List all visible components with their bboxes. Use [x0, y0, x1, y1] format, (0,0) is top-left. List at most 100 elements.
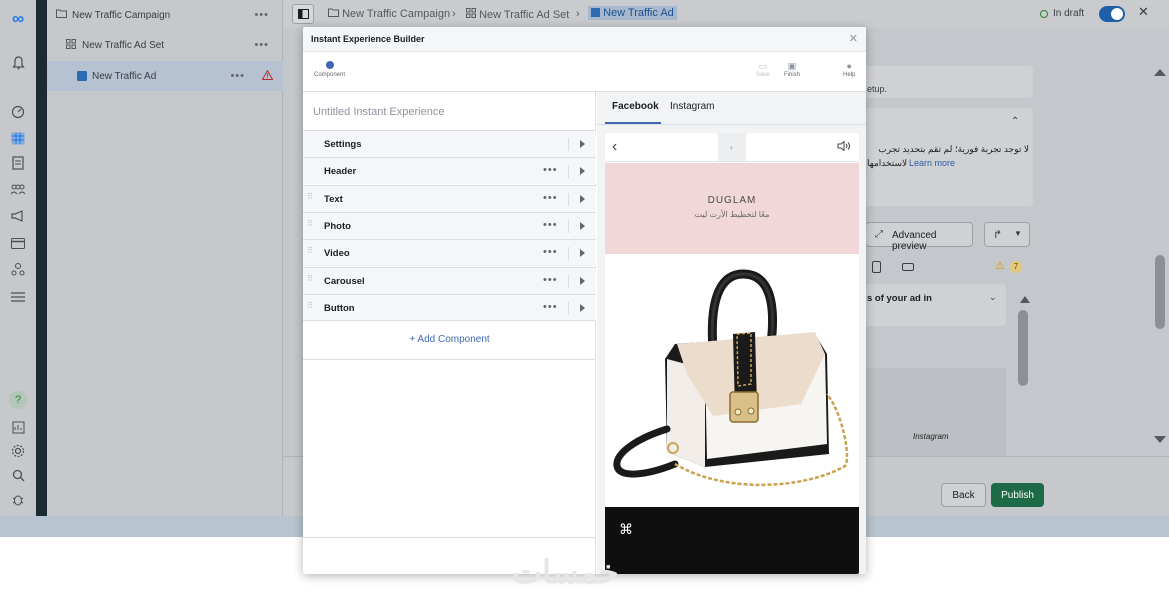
tab-instagram[interactable]: Instagram — [670, 101, 714, 112]
breadcrumb-campaign-label: New Traffic Campaign — [342, 8, 451, 20]
advanced-preview-button[interactable]: ⤢ Advanced preview — [865, 222, 973, 252]
expand-arrow-icon[interactable] — [580, 194, 585, 203]
tabs-divider — [597, 124, 866, 125]
save-icon: ▭ — [758, 61, 768, 71]
row-separator — [568, 192, 569, 206]
chevron-down-icon[interactable]: ⌄ — [989, 292, 997, 303]
billing-card-icon[interactable] — [9, 234, 27, 252]
more-options-icon[interactable]: ••• — [543, 192, 558, 204]
more-options-icon[interactable]: ••• — [254, 9, 269, 21]
mobile-preview-icon[interactable] — [872, 261, 881, 273]
speaker-icon[interactable] — [837, 140, 851, 154]
breadcrumb-ad[interactable]: New Traffic Ad — [588, 6, 677, 20]
tree-item-campaign[interactable]: New Traffic Campaign ••• — [47, 0, 283, 30]
builder-toolbar: Component ▭ Save ▣ Finish ● Help — [303, 52, 866, 92]
megaphone-icon[interactable] — [9, 207, 27, 225]
scroll-up-arrow[interactable] — [1020, 290, 1030, 303]
brand-logo-icon: ◐ — [718, 133, 746, 161]
chevron-right-icon: › — [452, 8, 456, 20]
component-tool-label: Component — [314, 72, 346, 78]
chevron-up-icon[interactable]: ⌃ — [1011, 116, 1019, 127]
audiences-icon[interactable] — [9, 180, 27, 198]
gear-icon[interactable] — [9, 442, 27, 460]
meta-logo-icon[interactable]: ∞ — [9, 9, 27, 28]
preview-pane: Facebook Instagram ‹ ◐ DUGLAM معًا لتخطي… — [597, 92, 866, 574]
expand-arrow-icon[interactable] — [580, 140, 585, 148]
learn-more-link[interactable]: Learn more — [909, 158, 955, 168]
page-scrollbar[interactable] — [1153, 62, 1167, 452]
component-row[interactable]: Header ••• — [303, 157, 596, 185]
component-row[interactable]: ⠿ Button ••• — [303, 293, 596, 321]
drag-handle-icon[interactable]: ⠿ — [307, 274, 313, 282]
add-component-icon — [325, 61, 334, 69]
tree-item-ad[interactable]: New Traffic Ad ••• — [47, 61, 283, 91]
report-icon[interactable] — [9, 418, 27, 436]
drag-handle-icon[interactable]: ⠿ — [307, 192, 313, 200]
more-options-icon[interactable]: ••• — [543, 246, 558, 258]
expand-arrow-icon[interactable] — [580, 303, 585, 312]
close-icon[interactable]: ✕ — [849, 32, 858, 45]
expand-icon: ⤢ — [875, 229, 883, 240]
more-options-icon[interactable]: ••• — [543, 301, 558, 313]
menu-lines-icon[interactable] — [9, 288, 27, 306]
more-options-icon[interactable]: ••• — [543, 274, 558, 286]
back-arrow-icon[interactable]: ‹ — [612, 138, 617, 156]
toggle-knob — [1111, 8, 1123, 20]
component-tool[interactable]: Component — [314, 61, 345, 78]
publish-button[interactable]: Publish — [991, 483, 1044, 507]
tab-facebook[interactable]: Facebook — [612, 101, 659, 112]
add-component-button[interactable]: + Add Component — [303, 320, 596, 360]
row-separator — [568, 301, 569, 315]
drag-handle-icon[interactable]: ⠿ — [307, 301, 313, 309]
drag-handle-icon[interactable]: ⠿ — [307, 219, 313, 227]
pages-icon[interactable] — [9, 154, 27, 172]
ad-icon — [591, 8, 600, 17]
folder-icon — [328, 8, 339, 17]
more-options-icon[interactable]: ••• — [543, 164, 558, 176]
bug-report-icon[interactable] — [9, 490, 27, 508]
experience-name-input[interactable]: Untitled Instant Experience — [313, 106, 444, 118]
component-row[interactable]: ⠿ Video ••• — [303, 239, 596, 267]
draft-status-icon — [1040, 10, 1048, 18]
dashboard-icon[interactable] — [9, 103, 27, 121]
component-label: Video — [324, 248, 350, 260]
draft-toggle[interactable] — [1099, 6, 1125, 22]
pane-divider — [303, 537, 596, 538]
toggle-sidebar-button[interactable] — [292, 4, 314, 24]
help-question-icon[interactable]: ? — [9, 391, 27, 409]
share-preview-button[interactable]: ↱ ▼ — [984, 222, 1030, 247]
component-row[interactable]: Settings — [303, 130, 596, 157]
expand-arrow-icon[interactable] — [580, 249, 585, 258]
finish-button[interactable]: ▣ Finish — [784, 61, 800, 78]
bell-icon[interactable] — [9, 54, 27, 72]
phone-preview: ‹ ◐ DUGLAM معًا لتخطيط الأرت ليت ⌘ — [605, 133, 859, 574]
back-button[interactable]: Back — [941, 483, 986, 507]
component-label: Header — [324, 166, 357, 178]
more-options-icon[interactable]: ••• — [230, 70, 245, 82]
instant-experience-card: ⌃ لا توجد تجربة فورية؛ لم تقم بتحديد تجر… — [863, 108, 1033, 206]
more-options-icon[interactable]: ••• — [254, 39, 269, 51]
phone-topbar: ‹ ◐ — [605, 133, 859, 162]
save-button[interactable]: ▭ Save — [756, 61, 770, 78]
help-button[interactable]: ● Help — [843, 61, 855, 78]
placements-text: s of your ad in — [867, 293, 932, 304]
breadcrumb-adset[interactable]: New Traffic Ad Set — [466, 8, 569, 21]
expand-arrow-icon[interactable] — [580, 221, 585, 230]
component-row[interactable]: ⠿ Text ••• — [303, 184, 596, 212]
left-icon-rail: ∞ ? — [0, 0, 36, 537]
scrollbar-thumb[interactable] — [1018, 310, 1028, 386]
component-row[interactable]: ⠿ Photo ••• — [303, 211, 596, 239]
business-settings-icon[interactable] — [9, 260, 27, 278]
campaigns-table-icon[interactable] — [9, 129, 27, 147]
breadcrumb-ad-label: New Traffic Ad — [603, 7, 674, 19]
breadcrumb-campaign[interactable]: New Traffic Campaign — [328, 8, 450, 20]
more-options-icon[interactable]: ••• — [543, 219, 558, 231]
close-icon[interactable]: ✕ — [1138, 4, 1149, 20]
drag-handle-icon[interactable]: ⠿ — [307, 247, 313, 255]
expand-arrow-icon[interactable] — [580, 276, 585, 285]
search-icon[interactable] — [9, 466, 27, 484]
expand-arrow-icon[interactable] — [580, 167, 585, 176]
tree-item-adset[interactable]: New Traffic Ad Set ••• — [47, 30, 283, 60]
desktop-preview-icon[interactable] — [902, 263, 914, 271]
component-row[interactable]: ⠿ Carousel ••• — [303, 266, 596, 294]
